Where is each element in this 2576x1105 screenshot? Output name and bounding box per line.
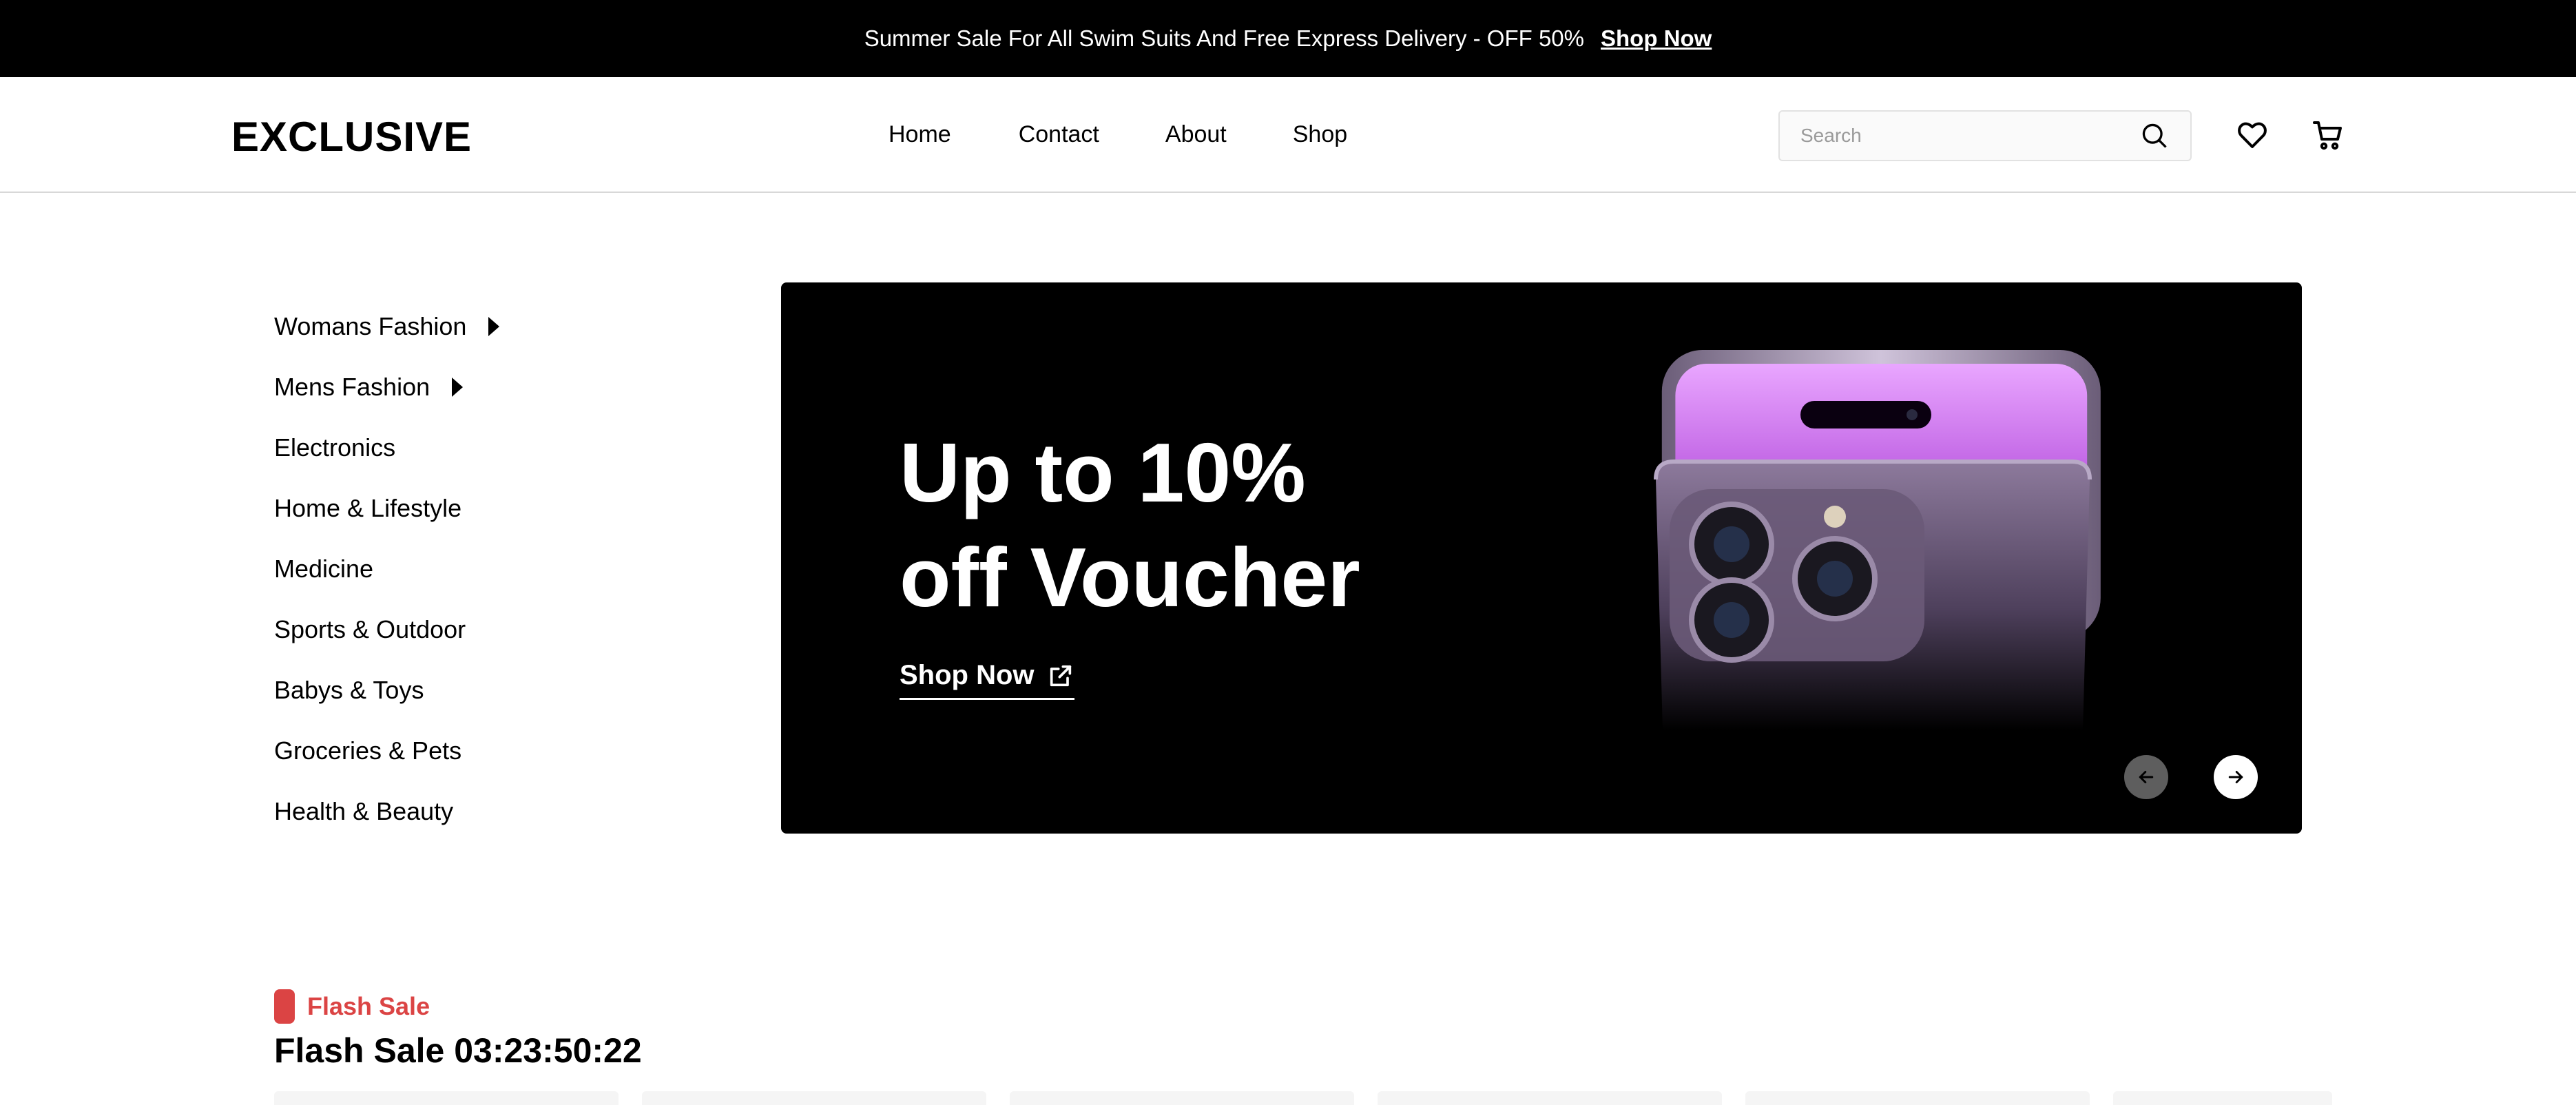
announcement-shop-now-link[interactable]: Shop Now — [1601, 25, 1712, 52]
category-electronics[interactable]: Electronics — [274, 417, 550, 478]
category-health-beauty[interactable]: Health & Beauty — [274, 781, 550, 842]
arrow-right-icon — [2228, 771, 2243, 783]
site-logo[interactable]: EXCLUSIVE — [231, 113, 472, 161]
caret-right-icon — [452, 378, 464, 397]
category-label: Groceries & Pets — [274, 736, 462, 765]
announcement-bar: Summer Sale For All Swim Suits And Free … — [0, 0, 2576, 77]
nav-contact[interactable]: Contact — [1019, 121, 1099, 148]
category-label: Medicine — [274, 555, 374, 583]
main-nav: Home Contact About Shop — [889, 121, 1347, 148]
category-label: Mens Fashion — [274, 373, 430, 401]
category-label: Health & Beauty — [274, 797, 454, 825]
product-card[interactable] — [2113, 1091, 2332, 1105]
category-label: Sports & Outdoor — [274, 615, 466, 643]
hero-title: Up to 10% off Voucher — [900, 420, 1360, 630]
category-label: Electronics — [274, 433, 396, 462]
hero-banner: Up to 10% off Voucher Shop Now — [781, 282, 2302, 834]
category-mens-fashion[interactable]: Mens Fashion — [274, 357, 550, 417]
search-input[interactable] — [1800, 125, 2139, 147]
flash-sale-tag-label: Flash Sale — [307, 992, 430, 1020]
arrow-left-icon — [2139, 771, 2154, 783]
hero-shop-now-link[interactable]: Shop Now — [900, 660, 1074, 700]
hero-title-line2: off Voucher — [900, 530, 1360, 624]
site-header: EXCLUSIVE Home Contact About Shop — [0, 77, 2576, 193]
category-sidebar: Womans Fashion Mens Fashion Electronics … — [274, 296, 550, 842]
category-label: Babys & Toys — [274, 676, 424, 704]
cart-icon[interactable] — [2312, 118, 2345, 152]
category-babys-toys[interactable]: Babys & Toys — [274, 660, 550, 721]
carousel-next-button[interactable] — [2214, 755, 2258, 799]
search-box — [1778, 110, 2192, 161]
flash-sale-product-row — [274, 1091, 2332, 1105]
category-label: Home & Lifestyle — [274, 494, 462, 522]
search-icon[interactable] — [2139, 121, 2170, 151]
hero-title-line1: Up to 10% — [900, 426, 1306, 519]
category-womans-fashion[interactable]: Womans Fashion — [274, 296, 550, 357]
product-card[interactable] — [274, 1091, 619, 1105]
flash-sale-title: Flash Sale 03:23:50:22 — [274, 1031, 642, 1070]
category-sports-outdoor[interactable]: Sports & Outdoor — [274, 599, 550, 660]
flash-sale-tag-bar — [274, 989, 295, 1024]
smartphone-product-image — [1654, 350, 2101, 730]
nav-shop[interactable]: Shop — [1293, 121, 1347, 148]
caret-right-icon — [488, 317, 500, 336]
nav-home[interactable]: Home — [889, 121, 951, 148]
carousel-prev-button[interactable] — [2124, 755, 2168, 799]
hero-cta-label: Shop Now — [900, 660, 1035, 690]
nav-about[interactable]: About — [1165, 121, 1227, 148]
product-card[interactable] — [1378, 1091, 1722, 1105]
heart-icon[interactable] — [2236, 118, 2269, 152]
category-medicine[interactable]: Medicine — [274, 539, 550, 599]
category-label: Womans Fashion — [274, 312, 467, 340]
product-card[interactable] — [1010, 1091, 1354, 1105]
category-groceries-pets[interactable]: Groceries & Pets — [274, 721, 550, 781]
flash-sale-tag: Flash Sale — [274, 989, 430, 1024]
product-card[interactable] — [1745, 1091, 2090, 1105]
external-link-icon — [1050, 665, 1071, 686]
product-card[interactable] — [642, 1091, 986, 1105]
announcement-text: Summer Sale For All Swim Suits And Free … — [864, 25, 1584, 51]
category-home-lifestyle[interactable]: Home & Lifestyle — [274, 478, 550, 539]
